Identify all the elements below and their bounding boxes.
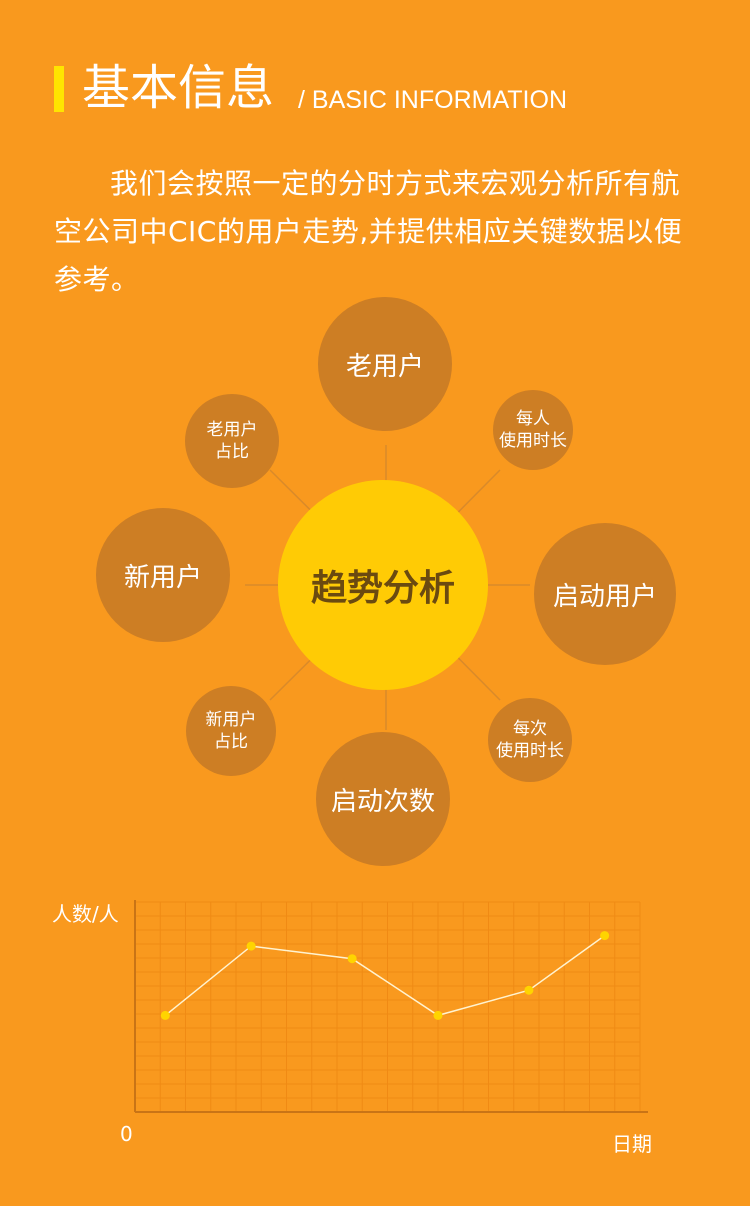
data-point <box>524 985 534 995</box>
data-point <box>433 1010 443 1020</box>
node-new-users: 新用户 <box>96 508 230 642</box>
node-old-users: 老用户 <box>318 297 452 431</box>
node-launch-users: 启动用户 <box>534 523 676 665</box>
data-point <box>347 954 357 964</box>
title-accent-bar <box>54 66 64 112</box>
data-point <box>160 1010 170 1020</box>
data-point <box>246 941 256 951</box>
node-per-launch-duration: 每次 使用时长 <box>488 698 572 782</box>
intro-paragraph: 我们会按照一定的分时方式来宏观分析所有航空公司中CIC的用户走势,并提供相应关键… <box>54 167 683 296</box>
trend-analysis-diagram: 老用户 每人 使用时长 启动用户 每次 使用时长 启动次数 新用户 占比 新用户… <box>0 290 750 880</box>
node-launch-count: 启动次数 <box>316 732 450 866</box>
node-center-trend-analysis: 趋势分析 <box>278 480 488 690</box>
node-per-user-duration: 每人 使用时长 <box>493 390 573 470</box>
x-axis-label: 日期 <box>612 1132 652 1156</box>
node-new-user-ratio: 新用户 占比 <box>186 686 276 776</box>
page-title: 基本信息 <box>82 60 275 116</box>
user-trend-chart: 人数/人 0 日期 <box>0 880 750 1180</box>
origin-label: 0 <box>120 1122 133 1146</box>
y-axis-label: 人数/人 <box>52 902 119 926</box>
data-point <box>600 931 610 941</box>
page-subtitle: / BASIC INFORMATION <box>298 86 567 114</box>
node-old-user-ratio: 老用户 占比 <box>185 394 279 488</box>
